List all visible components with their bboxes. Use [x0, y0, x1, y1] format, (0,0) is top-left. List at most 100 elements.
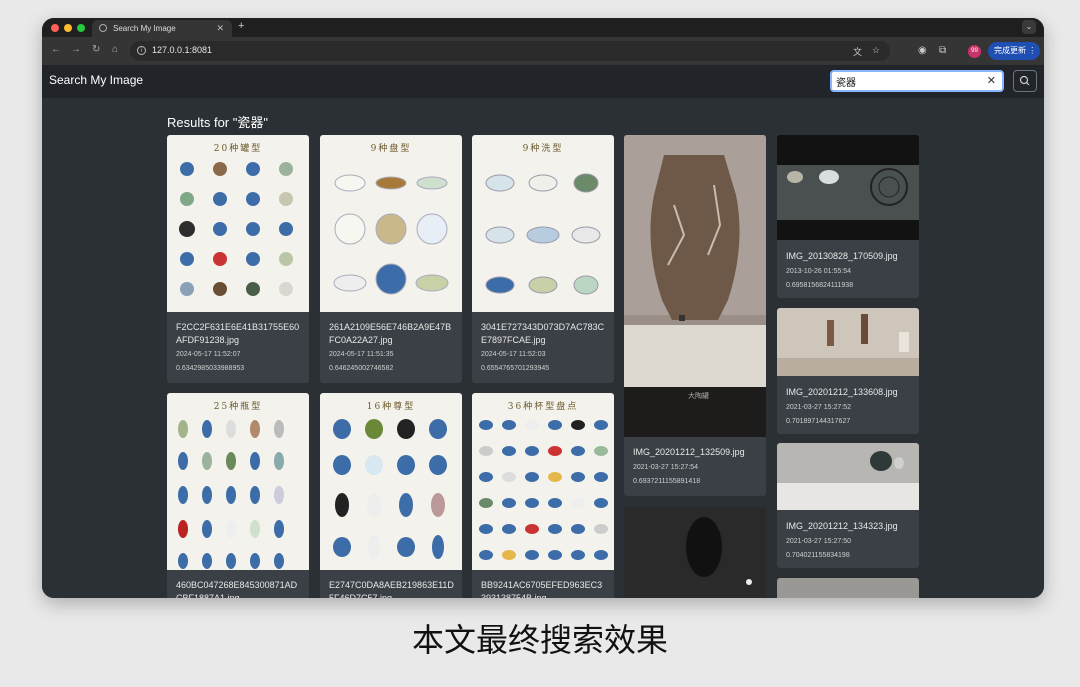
result-date: 2021-03-27 15:27:52 [786, 404, 851, 411]
result-filename: 3041E727343D073D7AC783CE7897FCAE.jpg [481, 322, 605, 345]
result-card[interactable]: 大陶罐 IMG_20201212_132509.jpg 2021-03-27 1… [624, 135, 766, 496]
result-score: 0.701897144317627 [786, 418, 851, 425]
result-filename: IMG_20201212_133608.jpg [786, 387, 898, 397]
minimize-window-icon[interactable] [64, 24, 72, 32]
new-tab-icon[interactable]: + [238, 20, 244, 32]
result-date: 2024-05-17 11:51:35 [329, 351, 394, 358]
result-filename: F2CC2F631E6E41B31755E60AFDF91238.jpg [176, 322, 300, 345]
result-thumbnail[interactable]: 20种罐型 [167, 135, 309, 312]
result-score: 0.6937211155891418 [633, 478, 701, 485]
poster-title: 20种罐型 [213, 144, 263, 154]
result-thumbnail[interactable] [777, 443, 919, 510]
plate-grid-image [333, 174, 449, 295]
poster-title: 25种瓶型 [213, 402, 263, 412]
tab-title: Search My Image [113, 24, 176, 33]
result-date: 2013-10-26 01:55:54 [786, 268, 851, 275]
result-card[interactable]: IMG_20130828_170509.jpg 2013-10-26 01:55… [777, 135, 919, 298]
result-card[interactable]: 9种盘型 261A2109E56E746B2A9E47BFC0A22A27.jp… [320, 135, 462, 383]
result-filename: IMG_20201212_132509.jpg [633, 447, 745, 457]
results-area: Results for "瓷器" 20种罐型 F2CC2F631E6E41B31… [42, 98, 1044, 598]
close-tab-icon[interactable]: ✕ [216, 23, 224, 34]
result-card[interactable]: 16种尊型 E2747C0DA8AEB219863E11D5F46D7C57.j… [320, 393, 462, 598]
site-info-icon[interactable]: i [137, 46, 146, 55]
vessels-case-photo [777, 443, 919, 510]
result-thumbnail[interactable]: 36种杯型盘点 [472, 393, 614, 570]
tab-strip: Search My Image ✕ + ⌄ [42, 18, 1044, 37]
update-button[interactable]: 完成更新 ⋮ [988, 42, 1040, 60]
back-icon[interactable]: ← [51, 44, 61, 55]
address-bar[interactable]: i 127.0.0.1:8081 文 ☆ [130, 41, 890, 61]
forward-icon[interactable]: → [71, 44, 81, 55]
result-thumbnail[interactable]: 9种盘型 [320, 135, 462, 312]
result-score: 0.6554765701293945 [481, 365, 550, 372]
result-date: 2024-05-17 11:52:03 [481, 351, 546, 358]
result-thumbnail[interactable]: 大陶罐 [624, 135, 766, 437]
result-filename: BB9241AC6705EFED963EC3393138754B.jpg [481, 580, 603, 598]
browser-tab[interactable]: Search My Image ✕ [92, 20, 232, 37]
result-date: 2021-03-27 15:27:50 [786, 538, 851, 545]
reload-icon[interactable]: ↻ [92, 44, 100, 55]
puzzle-icon[interactable]: ⧉ [939, 45, 946, 56]
result-date: 2024-05-17 11:52:07 [176, 351, 241, 358]
result-filename: IMG_20130828_170509.jpg [786, 251, 898, 261]
browser-toolbar: ← → ↻ ⌂ i 127.0.0.1:8081 文 ☆ ◉ ⧉ 99 完成更新… [42, 37, 1044, 65]
result-filename: 261A2109E56E746B2A9E47BFC0A22A27.jpg [329, 322, 452, 345]
result-card[interactable]: IMG_20201212_134323.jpg 2021-03-27 15:27… [777, 443, 919, 568]
home-icon[interactable]: ⌂ [112, 44, 118, 55]
search-icon [1019, 75, 1030, 86]
shadow-photo [624, 507, 766, 598]
result-card[interactable]: IMG_20201212_133608.jpg 2021-03-27 15:27… [777, 308, 919, 434]
result-card[interactable]: 36种杯型盘点 BB9241AC6705EFED963EC3393138754B… [472, 393, 614, 598]
result-card[interactable] [624, 507, 766, 598]
browser-window: Search My Image ✕ + ⌄ ← → ↻ ⌂ i 127.0.0.… [42, 18, 1044, 598]
vessel-grid-image [333, 419, 447, 559]
figurines-photo [777, 308, 919, 376]
bookmark-star-icon[interactable]: ☆ [872, 45, 880, 56]
search-button[interactable] [1013, 70, 1037, 92]
result-date: 2021-03-27 15:27:54 [633, 464, 698, 471]
results-title: Results for "瓷器" [167, 115, 268, 130]
app-navbar: Search My Image ✕ [42, 65, 1044, 98]
app-brand[interactable]: Search My Image [49, 73, 143, 87]
result-card[interactable]: 20种罐型 F2CC2F631E6E41B31755E60AFDF91238.j… [167, 135, 309, 383]
result-card[interactable]: 25种瓶型 460BC047268E845300871ADCBF1887A1.j… [167, 393, 309, 598]
poster-title: 9种盘型 [370, 144, 412, 154]
poster-title: 16种尊型 [366, 402, 416, 412]
result-filename: 460BC047268E845300871ADCBF1887A1.jpg [176, 580, 298, 598]
museum-label: 大陶罐 [688, 393, 709, 400]
figure-caption: 本文最终搜索效果 [411, 621, 668, 659]
result-score: 0.6342985033988953 [176, 365, 245, 372]
washer-grid-image [485, 173, 601, 295]
vessel-grid-image [178, 420, 284, 569]
search-input[interactable] [836, 74, 976, 88]
result-score: 0.646245002746582 [329, 365, 394, 372]
result-thumbnail[interactable] [777, 135, 919, 240]
tab-search-icon[interactable]: ⌄ [1022, 20, 1036, 34]
result-thumbnail[interactable] [777, 578, 919, 598]
result-thumbnail[interactable]: 25种瓶型 [167, 393, 309, 570]
result-filename: IMG_20201212_134323.jpg [786, 521, 898, 531]
result-card[interactable] [777, 578, 919, 598]
url-text: 127.0.0.1:8081 [152, 45, 213, 55]
poster-title: 36种杯型盘点 [507, 402, 579, 412]
extension-icon[interactable]: ◉ [918, 45, 927, 56]
close-window-icon[interactable] [51, 24, 59, 32]
result-thumbnail[interactable] [777, 308, 919, 376]
profile-avatar[interactable]: 99 [968, 45, 981, 58]
clear-search-icon[interactable]: ✕ [987, 74, 996, 87]
poster-title: 9种洗型 [522, 144, 564, 154]
search-field[interactable]: ✕ [830, 70, 1004, 92]
result-thumbnail[interactable] [624, 507, 766, 598]
result-filename: E2747C0DA8AEB219863E11D5F46D7C57.jpg [329, 580, 454, 598]
cup-grid-image [479, 420, 608, 560]
result-card[interactable]: 9种洗型 3041E727343D073D7AC783CE7897FCAE.jp… [472, 135, 614, 383]
result-thumbnail[interactable]: 9种洗型 [472, 135, 614, 312]
update-label: 完成更新 [994, 46, 1026, 55]
vessel-grid-image [179, 162, 293, 296]
result-score: 0.704021155834198 [786, 552, 850, 559]
maximize-window-icon[interactable] [77, 24, 85, 32]
result-score: 0.6958156824111938 [786, 282, 854, 289]
globe-icon [99, 24, 107, 32]
result-thumbnail[interactable]: 16种尊型 [320, 393, 462, 570]
translate-icon[interactable]: 文 [853, 45, 862, 58]
